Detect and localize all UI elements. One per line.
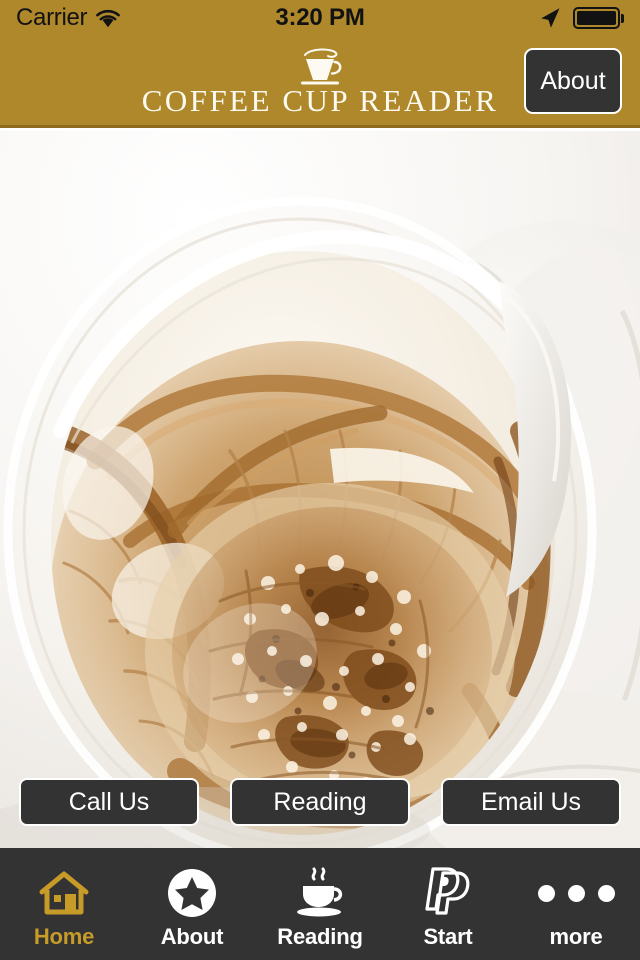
status-bar: Carrier 3:20 PM	[0, 0, 640, 36]
header-about-button[interactable]: About	[524, 48, 622, 114]
app-header: COFFEE CUP READER About	[0, 36, 640, 128]
location-arrow-icon	[540, 8, 559, 28]
hero-image	[0, 131, 640, 848]
tab-label-about: About	[160, 924, 224, 949]
status-bar-right	[538, 6, 624, 30]
status-bar-left: Carrier	[16, 6, 121, 30]
tab-start[interactable]: Start	[384, 848, 512, 960]
email-us-button[interactable]: Email Us	[441, 778, 621, 826]
three-dots-icon	[537, 866, 615, 920]
tab-label-home: Home	[33, 924, 95, 949]
paypal-p-icon	[423, 866, 473, 920]
bottom-tab-bar: Home About Reading Start more	[0, 848, 640, 960]
carrier-label: Carrier	[16, 4, 88, 31]
coffee-cup-grounds-photo: Call Us Reading Email Us	[0, 131, 640, 848]
wifi-icon	[96, 9, 121, 28]
coffee-cup-icon	[291, 866, 349, 920]
tab-label-reading: Reading	[277, 924, 363, 949]
app-screen: Carrier 3:20 PM COFFEE CUP READER About …	[0, 0, 640, 960]
tab-label-more: more	[549, 924, 603, 949]
house-icon	[38, 866, 90, 920]
reading-button[interactable]: Reading	[230, 778, 410, 826]
star-circle-icon	[166, 866, 218, 920]
clock-label: 3:20 PM	[275, 4, 365, 31]
action-button-row: Call Us Reading Email Us	[0, 778, 640, 826]
battery-full-icon	[572, 7, 624, 29]
tab-about[interactable]: About	[128, 848, 256, 960]
page-title: COFFEE CUP READER	[141, 82, 499, 118]
tab-reading[interactable]: Reading	[256, 848, 384, 960]
tab-label-start: Start	[423, 924, 473, 949]
call-us-button[interactable]: Call Us	[19, 778, 199, 826]
tab-home[interactable]: Home	[0, 848, 128, 960]
tab-more[interactable]: more	[512, 848, 640, 960]
